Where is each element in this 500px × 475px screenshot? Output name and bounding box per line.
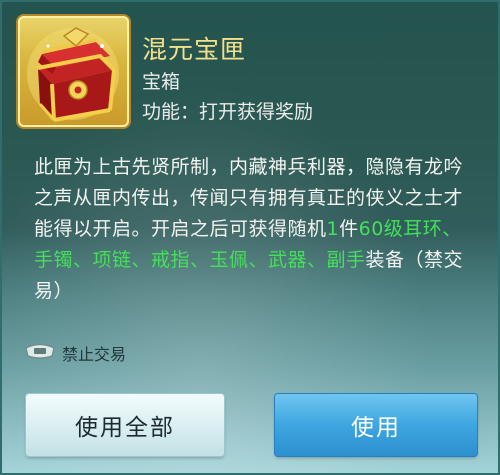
item-function-label: 功能： [142,101,200,123]
lock-trade-icon [24,342,56,364]
item-function: 功能：打开获得奖励 [142,97,313,124]
use-all-button[interactable]: 使用全部 [26,394,224,456]
item-tooltip-panel: 混元宝匣 宝箱 功能：打开获得奖励 此匣为上古先贤所制，内藏神兵利器，隐隐有龙吟… [0,0,500,475]
item-name: 混元宝匣 [142,35,247,64]
trade-status: 禁止交易 [24,342,126,364]
trade-label: 禁止交易 [62,345,127,364]
item-type: 宝箱 [142,71,181,93]
item-function-value: 打开获得奖励 [199,101,314,123]
use-button[interactable]: 使用 [275,394,477,456]
description-unit: 件 [339,218,359,240]
item-description: 此匣为上古先贤所制，内藏神兵利器，隐隐有龙吟之声从匣内传出，传闻只有拥有真正的侠… [34,152,479,307]
description-count: 1 [326,218,340,240]
treasure-box-icon [18,16,129,127]
